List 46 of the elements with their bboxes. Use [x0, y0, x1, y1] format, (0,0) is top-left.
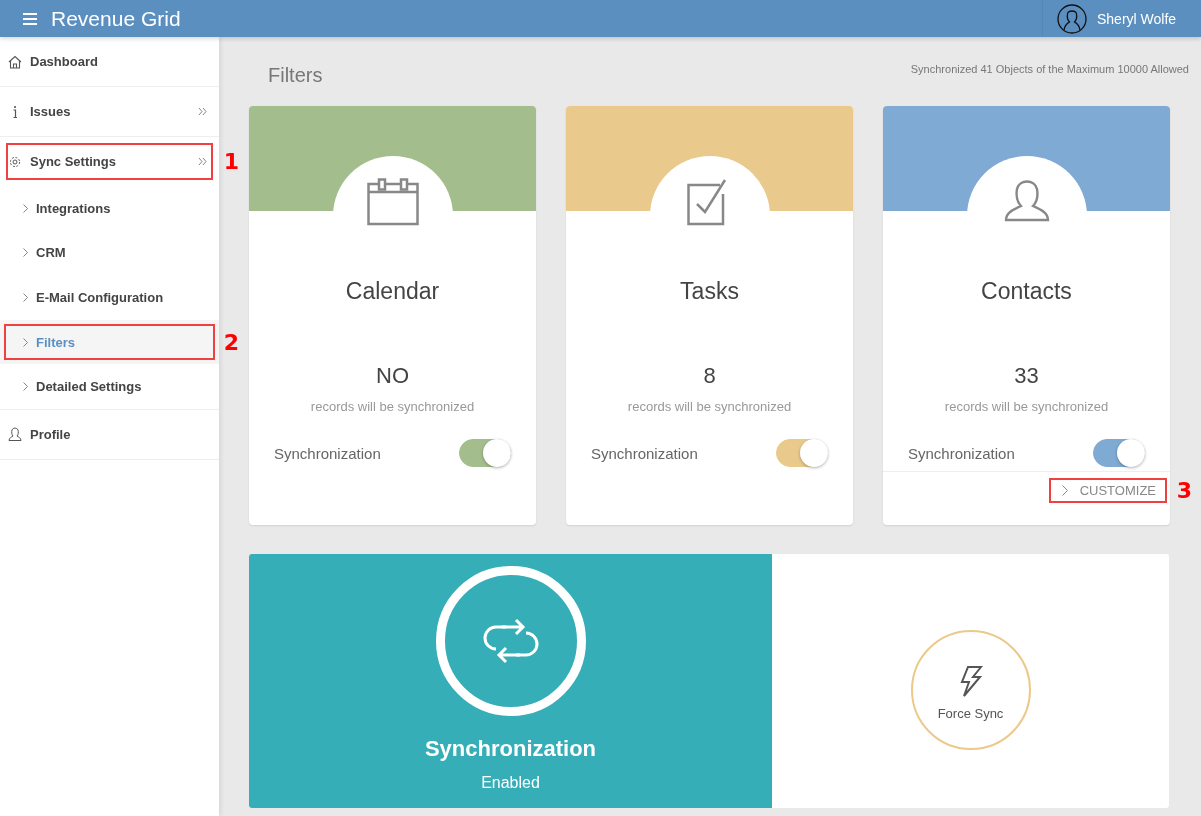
card-title: Calendar — [345, 278, 440, 305]
toggle-switch[interactable] — [1093, 439, 1145, 467]
count-caption: records will be synchronized — [944, 399, 1109, 414]
nav-subitem[interactable]: E-Mail Configuration — [0, 275, 219, 320]
chevron-icon — [23, 203, 28, 213]
app-title: Revenue Grid — [51, 6, 181, 31]
chevron-icon — [23, 337, 28, 347]
toggle-label: Synchronization — [908, 444, 1015, 462]
chevron-icon — [23, 248, 28, 258]
lightning-icon — [958, 666, 983, 698]
callout-number: 1 — [223, 149, 239, 174]
toggle-label: Synchronization — [274, 444, 381, 462]
toggle-switch[interactable] — [459, 439, 511, 467]
force-sync-button[interactable]: Force Sync — [910, 630, 1031, 750]
chevron-icon — [1061, 485, 1068, 496]
nav-item[interactable]: Profile — [0, 409, 219, 459]
home-icon — [8, 54, 22, 69]
sync-status-text: Enabled — [481, 774, 540, 792]
sync-summary: Synchronized 41 Objects of the Maximum 10000 Allowed — [910, 63, 1189, 75]
record-count: 33 — [1014, 363, 1039, 389]
avatar-icon — [1057, 3, 1087, 34]
chevron-icon — [23, 382, 28, 392]
chevron-icon — [23, 293, 28, 302]
record-count: 8 — [703, 363, 716, 389]
menu-icon[interactable] — [23, 12, 37, 25]
card-title: Tasks — [680, 278, 739, 305]
user-icon — [1003, 178, 1050, 222]
nav-subitem[interactable]: CRM — [0, 230, 219, 276]
user-icon — [8, 427, 22, 442]
page-title: Filters — [268, 63, 323, 87]
callout-number: 2 — [223, 329, 239, 355]
settings-icon — [8, 154, 22, 169]
count-caption: records will be synchronized — [310, 399, 475, 414]
nav-subitem[interactable]: Integrations — [0, 186, 219, 231]
nav-subitem[interactable]: Detailed Settings — [0, 364, 219, 409]
callout-number: 3 — [1176, 478, 1192, 503]
nav-item[interactable]: Issues — [0, 87, 219, 136]
toggle-switch[interactable] — [776, 439, 828, 467]
card-title: Contacts — [981, 278, 1072, 305]
calendar-icon — [366, 178, 419, 226]
sync-status-title: Synchronization — [424, 736, 597, 762]
record-count: NO — [376, 363, 409, 389]
nav-item[interactable]: Dashboard — [0, 37, 219, 86]
customize-button[interactable]: CUSTOMIZE — [1047, 477, 1168, 504]
count-caption: records will be synchronized — [627, 399, 792, 414]
toggle-label: Synchronization — [591, 444, 698, 462]
